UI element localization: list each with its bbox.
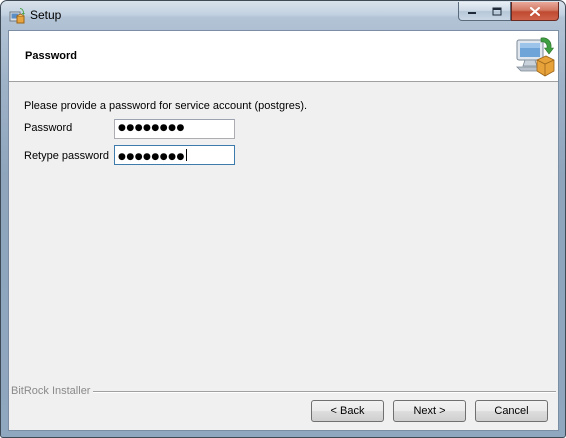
- setup-window: Setup Password Please provide a password…: [0, 0, 566, 438]
- setup-app-icon: [9, 8, 25, 24]
- minimize-button[interactable]: [458, 2, 485, 21]
- retype-password-field[interactable]: ●●●●●●●●: [114, 145, 235, 165]
- installer-computer-icon: [516, 37, 555, 77]
- maximize-icon: [492, 7, 502, 15]
- retype-password-masked-value: ●●●●●●●●: [118, 152, 185, 162]
- dialog-client-area: Password Please provide a password for s…: [8, 30, 559, 431]
- intro-text: Please provide a password for service ac…: [24, 100, 308, 112]
- text-caret: [185, 149, 187, 161]
- minimize-icon: [467, 12, 476, 14]
- password-field[interactable]: ●●●●●●●●: [114, 119, 235, 139]
- close-button[interactable]: [511, 2, 559, 21]
- cancel-button[interactable]: Cancel: [475, 400, 548, 422]
- title-bar[interactable]: Setup: [1, 1, 565, 31]
- back-button[interactable]: < Back: [311, 400, 384, 422]
- installer-brand-label: BitRock Installer: [11, 385, 94, 397]
- retype-password-label: Retype password: [24, 150, 109, 162]
- close-icon: [530, 6, 540, 16]
- next-button[interactable]: Next >: [393, 400, 466, 422]
- page-header: Password: [9, 31, 558, 82]
- window-title: Setup: [30, 8, 62, 22]
- password-masked-value: ●●●●●●●●: [118, 123, 185, 133]
- page-title: Password: [25, 50, 77, 62]
- maximize-button[interactable]: [484, 2, 511, 21]
- password-label: Password: [24, 122, 73, 134]
